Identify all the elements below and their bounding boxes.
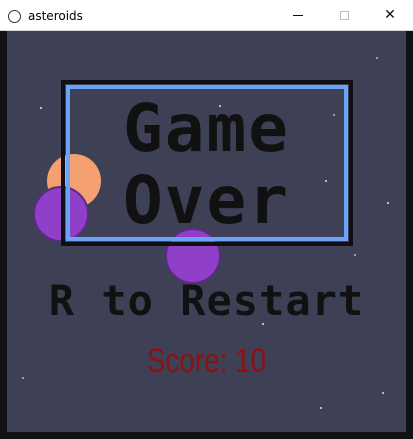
close-button[interactable]: ✕ xyxy=(367,0,413,30)
window-frame-right xyxy=(406,31,413,439)
title-bar[interactable]: asteroids ✕ xyxy=(0,0,413,31)
game-over-title-line1: Game xyxy=(123,90,290,167)
star xyxy=(382,392,384,394)
game-over-title-line2: Over xyxy=(123,162,290,239)
window-frame-left xyxy=(0,31,7,439)
star xyxy=(22,377,24,379)
game-canvas[interactable]: Game Over R to Restart Score: 10 xyxy=(7,31,406,432)
maximize-button[interactable] xyxy=(321,0,367,30)
minimize-icon xyxy=(293,14,303,16)
window-frame-bottom xyxy=(0,432,413,439)
close-icon: ✕ xyxy=(384,7,396,23)
star xyxy=(354,254,356,256)
minimize-button[interactable] xyxy=(275,0,321,30)
star xyxy=(376,57,378,59)
window-title: asteroids xyxy=(28,9,83,23)
maximize-icon xyxy=(339,10,349,20)
circle-app-icon xyxy=(8,10,21,23)
star xyxy=(320,407,322,409)
game-window: asteroids ✕ Game Over R to Restart Score… xyxy=(0,0,413,439)
restart-prompt: R to Restart xyxy=(48,276,365,325)
score-display: Score: 10 xyxy=(146,342,267,380)
